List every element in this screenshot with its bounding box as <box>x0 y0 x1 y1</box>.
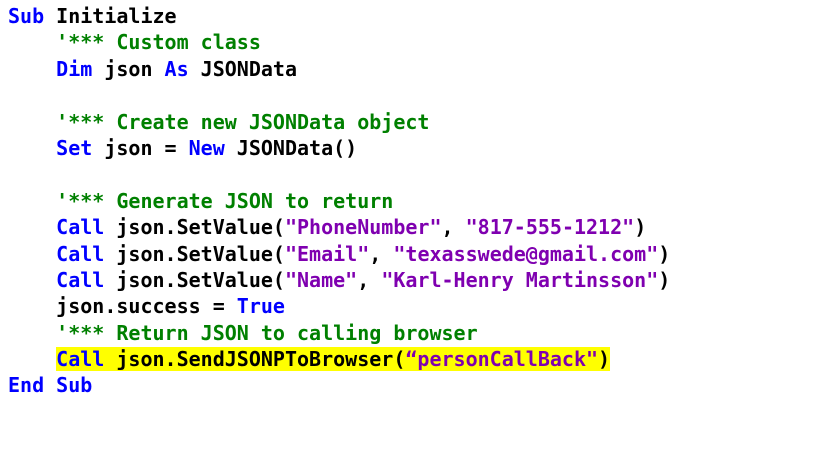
string-literal: "817-555-1212" <box>465 215 635 240</box>
code-line-1: Sub Initialize <box>8 3 670 29</box>
string-literal: “personCallBack" <box>405 347 599 372</box>
method-call: json.SetValue( <box>104 241 285 266</box>
separator: , <box>369 241 394 266</box>
assignment: json = <box>92 135 189 160</box>
constructor: JSONData() <box>224 135 358 160</box>
assignment: json.success = <box>56 294 237 319</box>
comment: '*** Generate JSON to return <box>56 188 394 213</box>
highlighted-statement: Call json.SendJSONPToBrowser(“personCall… <box>56 347 611 372</box>
code-line-8: '*** Generate JSON to return <box>8 188 670 214</box>
code-line-13: '*** Return JSON to calling browser <box>8 320 670 346</box>
paren-close: ) <box>634 215 647 240</box>
code-line-14: Call json.SendJSONPToBrowser(“personCall… <box>8 346 670 372</box>
comment: '*** Create new JSONData object <box>56 109 430 134</box>
keyword: Call <box>56 267 105 292</box>
code-line-6: Set json = New JSONData() <box>8 135 670 161</box>
keyword: Call <box>56 347 105 372</box>
keyword: Sub <box>8 4 45 28</box>
comment: '*** Return JSON to calling browser <box>56 320 478 345</box>
keyword: New <box>188 135 225 160</box>
keyword: Sub <box>56 373 93 398</box>
keyword: Set <box>56 135 93 160</box>
code-line-5: '*** Create new JSONData object <box>8 109 670 135</box>
string-literal: "Name" <box>284 267 358 292</box>
sub-name: Initialize <box>44 4 177 28</box>
comment: '*** Custom class <box>56 30 261 55</box>
code-line-3: Dim json As JSONData <box>8 56 670 82</box>
type-name: JSONData <box>188 56 298 81</box>
keyword: Call <box>56 241 105 266</box>
string-literal: "Email" <box>284 241 370 266</box>
method-call: json.SetValue( <box>104 215 285 240</box>
code-line-10: Call json.SetValue("Email", "texasswede@… <box>8 241 670 267</box>
keyword: Call <box>56 215 105 240</box>
code-line-9: Call json.SetValue("PhoneNumber", "817-5… <box>8 214 670 240</box>
method-call: json.SendJSONPToBrowser( <box>104 347 406 372</box>
paren-close: ) <box>598 347 611 372</box>
separator: , <box>357 267 382 292</box>
string-literal: "texasswede@gmail.com" <box>393 241 659 266</box>
keyword: Dim <box>56 56 93 81</box>
code-line-2: '*** Custom class <box>8 29 670 55</box>
keyword: As <box>164 56 189 81</box>
string-literal: "PhoneNumber" <box>284 215 442 240</box>
keyword: End <box>8 373 45 398</box>
code-line-15: End Sub <box>8 372 670 398</box>
code-listing: Sub Initialize '*** Custom class Dim jso… <box>8 3 670 399</box>
variable-name: json <box>92 56 165 81</box>
string-literal: "Karl-Henry Martinsson" <box>381 267 659 292</box>
method-call: json.SetValue( <box>104 267 285 292</box>
paren-close: ) <box>658 267 671 292</box>
keyword: True <box>236 294 285 319</box>
code-line-11: Call json.SetValue("Name", "Karl-Henry M… <box>8 267 670 293</box>
code-line-12: json.success = True <box>8 293 670 319</box>
paren-close: ) <box>658 241 671 266</box>
separator: , <box>441 215 466 240</box>
